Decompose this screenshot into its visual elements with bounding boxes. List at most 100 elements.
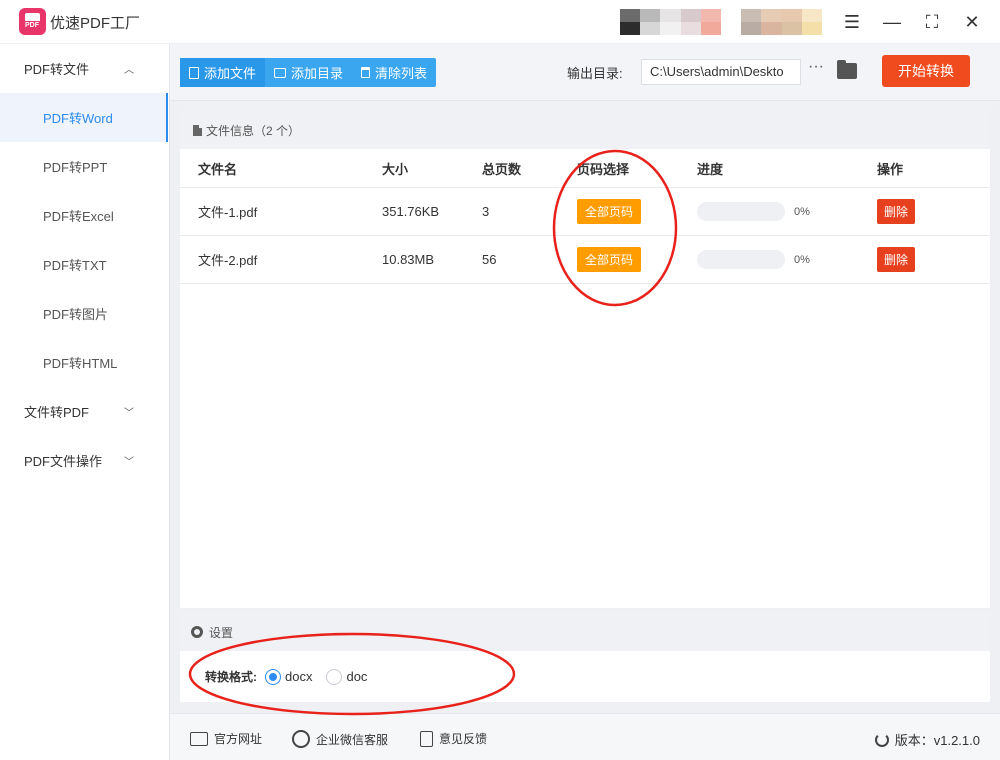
format-row: 转换格式: docx doc [180,651,990,702]
version-info[interactable]: 版本：v1.2.1.0 [874,730,980,749]
sidebar-item-pdf-to-word[interactable]: PDF转Word [0,93,168,142]
sidebar-group-label: 文件转PDF [24,405,90,420]
mosaic-cell [660,22,681,35]
file-size: 10.83MB [382,252,435,267]
mosaic-cell [781,22,802,35]
sidebar-item-pdf-to-ppt[interactable]: PDF转PPT [0,142,168,191]
output-path-field[interactable]: C:\Users\admin\Deskto [641,59,801,85]
sidebar-item-pdf-to-image[interactable]: PDF转图片 [0,289,168,338]
app-title: 优速PDF工厂 [50,15,141,32]
table-row[interactable]: 文件-1.pdf 351.76KB 3 全部页码 0% 删除 [180,188,990,236]
chat-icon [292,730,310,748]
delete-button[interactable]: 删除 [877,247,916,272]
chevron-up-icon: ︿ [124,65,134,76]
mosaic-cell [620,22,641,35]
sidebar-item-pdf-to-html[interactable]: PDF转HTML [0,338,168,387]
mosaic-image [620,9,822,35]
mosaic-cell [700,22,721,35]
page-count: 3 [482,204,490,219]
output-dir-label: 输出目录: [567,66,623,81]
wechat-label: 企业微信客服 [316,732,389,747]
feedback-label: 意见反馈 [439,732,488,746]
add-file-button[interactable]: 添加文件 [180,58,266,87]
clear-list-button[interactable]: 清除列表 [352,58,436,87]
column-header: 大小 [382,161,409,177]
clear-list-label: 清除列表 [375,66,428,81]
sidebar: PDF转文件 ︿ PDF转Word PDF转PPT PDF转Excel PDF转… [0,44,170,760]
mosaic-cell [741,9,762,22]
page-count: 56 [482,252,497,267]
file-size: 351.76KB [382,204,440,219]
toolbar: 添加文件 添加目录 清除列表 输出目录: C:\Users\admin\Desk… [170,44,1000,101]
mosaic-cell [721,22,742,35]
add-file-label: 添加文件 [204,66,257,81]
start-convert-button[interactable]: 开始转换 [882,55,970,87]
sidebar-group-label: PDF文件操作 [24,454,103,469]
website-link[interactable]: 官方网址 [190,730,262,747]
add-folder-label: 添加目录 [291,66,344,81]
mosaic-cell [680,22,701,35]
mosaic-cell [761,9,782,22]
settings-title: 设置 [209,625,234,640]
sidebar-group-pdf-to-file[interactable]: PDF转文件 ︿ [0,44,168,93]
chevron-down-icon: ﹀ [124,457,134,468]
main-area: 添加文件 添加目录 清除列表 输出目录: C:\Users\admin\Desk… [170,44,1000,760]
feedback-link[interactable]: 意见反馈 [420,730,487,747]
file-list-panel: 文件信息（2 个） 文件名 大小 总页数 页码选择 进度 操作 文件-1.pdf… [180,111,990,608]
file-button-group: 添加文件 添加目录 清除列表 [180,58,437,87]
sidebar-item-pdf-to-excel[interactable]: PDF转Excel [0,191,168,240]
website-icon [190,731,208,746]
column-header: 总页数 [482,161,522,177]
file-panel-title: 文件信息（2 个） [206,123,301,138]
sidebar-item-label: PDF转Word [43,111,113,126]
file-name: 文件-1.pdf [198,205,258,220]
maximize-icon[interactable]: ⛶ [920,10,944,34]
folder-icon [274,67,287,78]
mosaic-cell [801,22,822,35]
sidebar-item-label: PDF转TXT [43,258,107,273]
user-avatar-blurred[interactable] [620,9,822,35]
radio-unselected-icon[interactable] [326,668,343,685]
mosaic-cell [801,9,822,22]
document-icon [193,124,202,136]
refresh-icon [874,732,889,747]
format-label: 转换格式: [205,670,257,684]
mosaic-cell [781,9,802,22]
version-label: 版本：v1.2.1.0 [894,733,980,748]
progress-bar [697,202,785,221]
page-range-button[interactable]: 全部页码 [577,199,642,224]
mosaic-cell [761,22,782,35]
table-row[interactable]: 文件-2.pdf 10.83MB 56 全部页码 0% 删除 [180,236,990,284]
browse-more-button[interactable]: ··· [806,58,826,84]
mosaic-cell [640,22,661,35]
sidebar-item-label: PDF转Excel [43,209,114,224]
column-header: 页码选择 [577,161,630,177]
file-panel-header: 文件信息（2 个） [180,111,990,149]
format-option-docx[interactable]: docx [265,668,313,685]
page-range-button[interactable]: 全部页码 [577,247,642,272]
close-icon[interactable]: ✕ [960,10,984,34]
sidebar-group-file-to-pdf[interactable]: 文件转PDF ﹀ [0,387,168,436]
format-option-doc[interactable]: doc [326,668,367,685]
mosaic-cell [721,9,742,22]
add-folder-button[interactable]: 添加目录 [265,58,352,87]
format-option-label: docx [285,669,313,684]
table-header: 文件名 大小 总页数 页码选择 进度 操作 [180,149,990,188]
settings-panel: 设置 转换格式: docx doc [180,613,990,702]
sidebar-item-label: PDF转图片 [43,307,109,322]
mosaic-cell [680,9,701,22]
open-folder-icon[interactable] [837,60,857,79]
radio-selected-icon[interactable] [265,668,281,685]
sidebar-item-pdf-to-txt[interactable]: PDF转TXT [0,240,168,289]
sidebar-group-pdf-operations[interactable]: PDF文件操作 ﹀ [0,436,168,485]
minimize-icon[interactable]: — [880,10,904,34]
mosaic-cell [700,9,721,22]
mosaic-cell [741,22,762,35]
settings-header: 设置 [180,613,990,651]
column-header: 进度 [697,161,724,177]
column-header: 操作 [877,161,904,177]
delete-button[interactable]: 删除 [877,199,916,224]
menu-icon[interactable]: ☰ [840,10,864,34]
sidebar-group-label: PDF转文件 [24,62,90,77]
wechat-support-link[interactable]: 企业微信客服 [292,730,388,748]
